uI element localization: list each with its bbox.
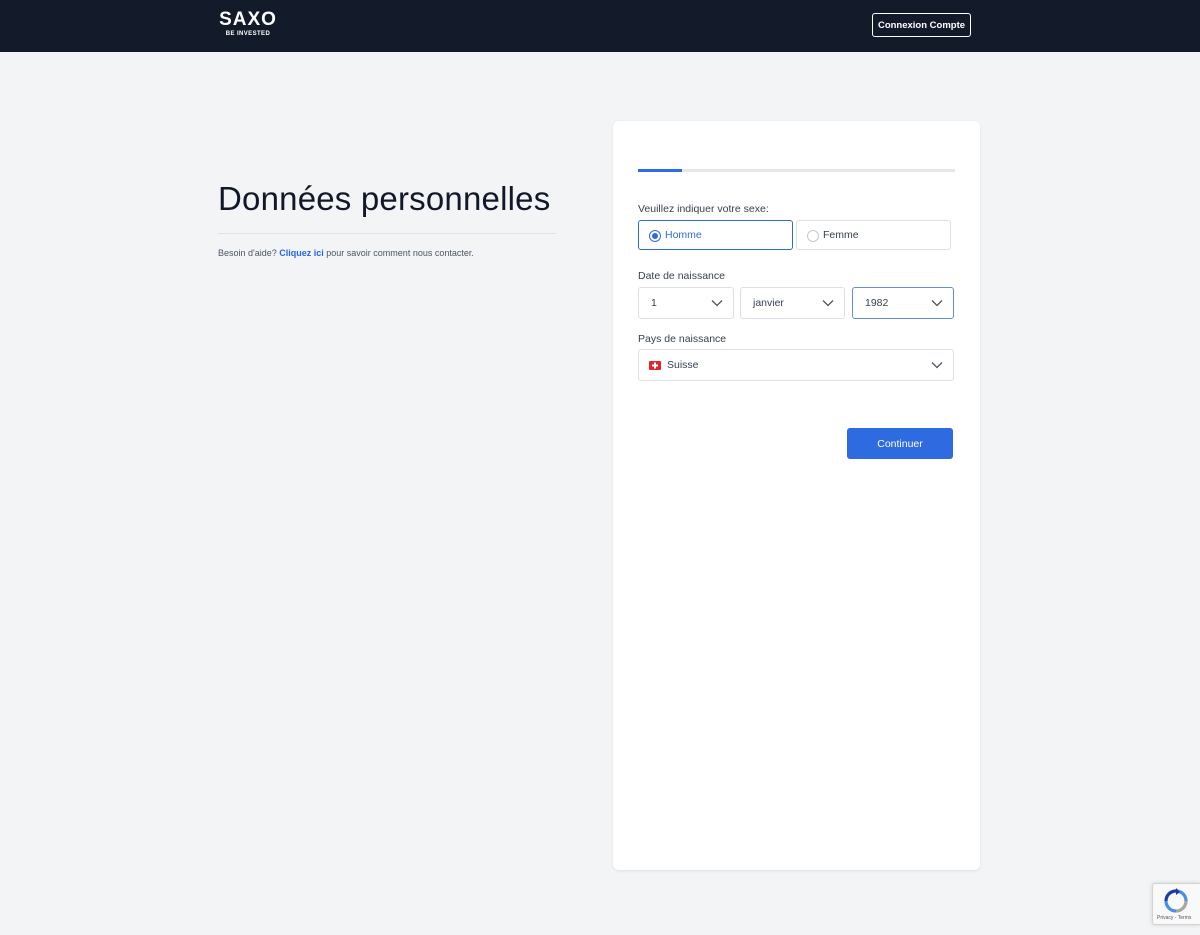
progress-bar-fill <box>638 169 683 172</box>
help-text-suffix: pour savoir comment nous contacter. <box>323 248 474 258</box>
login-account-button[interactable]: Connexion Compte <box>872 13 971 37</box>
birth-country-label: Pays de naissance <box>638 333 727 345</box>
help-text-prefix: Besoin d'aide? <box>218 248 280 258</box>
gender-option-female[interactable]: Femme <box>796 220 951 250</box>
top-navigation-bar: SAXO BE INVESTED Connexion Compte <box>0 0 1200 52</box>
birth-year-select[interactable]: 1982 <box>852 287 954 319</box>
chevron-down-icon <box>931 362 943 369</box>
title-divider <box>218 233 556 234</box>
page-title: Données personnelles <box>218 180 551 217</box>
help-contact-link[interactable]: Cliquez ici <box>279 248 324 258</box>
gender-option-male[interactable]: Homme <box>638 220 793 250</box>
gender-option-male-label: Homme <box>665 229 702 241</box>
birth-month-value: janvier <box>753 297 784 309</box>
recaptcha-icon <box>1164 888 1188 913</box>
gender-option-female-label: Femme <box>823 229 859 241</box>
birth-day-value: 1 <box>651 297 657 309</box>
birth-year-value: 1982 <box>865 297 889 309</box>
birth-country-select[interactable]: Suisse <box>638 349 954 381</box>
radio-button-selected[interactable] <box>649 230 661 242</box>
birth-day-select[interactable]: 1 <box>638 287 734 319</box>
continue-button[interactable]: Continuer <box>847 428 953 459</box>
gender-label: Veuillez indiquer votre sexe: <box>638 203 769 215</box>
birth-month-select[interactable]: janvier <box>740 287 845 319</box>
logo-wordmark: SAXO <box>219 9 277 30</box>
radio-button-unselected[interactable] <box>807 230 819 242</box>
logo-tagline: BE INVESTED <box>225 31 271 37</box>
swiss-flag-icon <box>649 361 661 370</box>
recaptcha-links[interactable]: Privacy - Terms <box>1157 915 1191 921</box>
personal-data-form-card: Veuillez indiquer votre sexe: Homme Femm… <box>613 121 980 870</box>
progress-bar <box>638 169 955 172</box>
help-text: Besoin d'aide? Cliquez ici pour savoir c… <box>218 248 474 258</box>
chevron-down-icon <box>822 300 834 307</box>
chevron-down-icon <box>711 300 723 307</box>
birth-country-value: Suisse <box>667 359 699 371</box>
radio-dot <box>652 233 658 239</box>
recaptcha-badge[interactable]: Privacy - Terms <box>1152 883 1200 925</box>
birth-date-label: Date de naissance <box>638 270 725 282</box>
saxo-logo[interactable]: SAXO BE INVESTED <box>218 10 278 38</box>
chevron-down-icon <box>931 300 943 307</box>
